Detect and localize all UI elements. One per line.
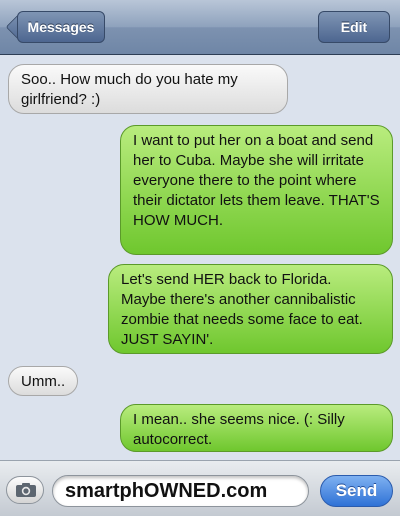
- message-thread[interactable]: Soo.. How much do you hate my girlfriend…: [0, 56, 400, 459]
- message-input[interactable]: smartphOWNED.com: [52, 475, 309, 507]
- camera-icon: [16, 483, 36, 497]
- compose-bar: smartphOWNED.com Send: [0, 460, 400, 516]
- received-message-bubble: Umm..: [8, 366, 78, 396]
- sent-message-bubble: I want to put her on a boat and send her…: [120, 125, 393, 255]
- navigation-bar: Messages Edit: [0, 0, 400, 55]
- edit-button[interactable]: Edit: [318, 11, 390, 43]
- back-button-label: Messages: [17, 11, 105, 43]
- camera-button[interactable]: [6, 476, 44, 504]
- received-message-bubble: Soo.. How much do you hate my girlfriend…: [8, 64, 288, 114]
- sent-message-bubble: I mean.. she seems nice. (: Silly autoco…: [120, 404, 393, 452]
- send-button[interactable]: Send: [320, 475, 393, 507]
- back-to-messages-button[interactable]: Messages: [5, 11, 105, 43]
- sent-message-bubble: Let's send HER back to Florida. Maybe th…: [108, 264, 393, 354]
